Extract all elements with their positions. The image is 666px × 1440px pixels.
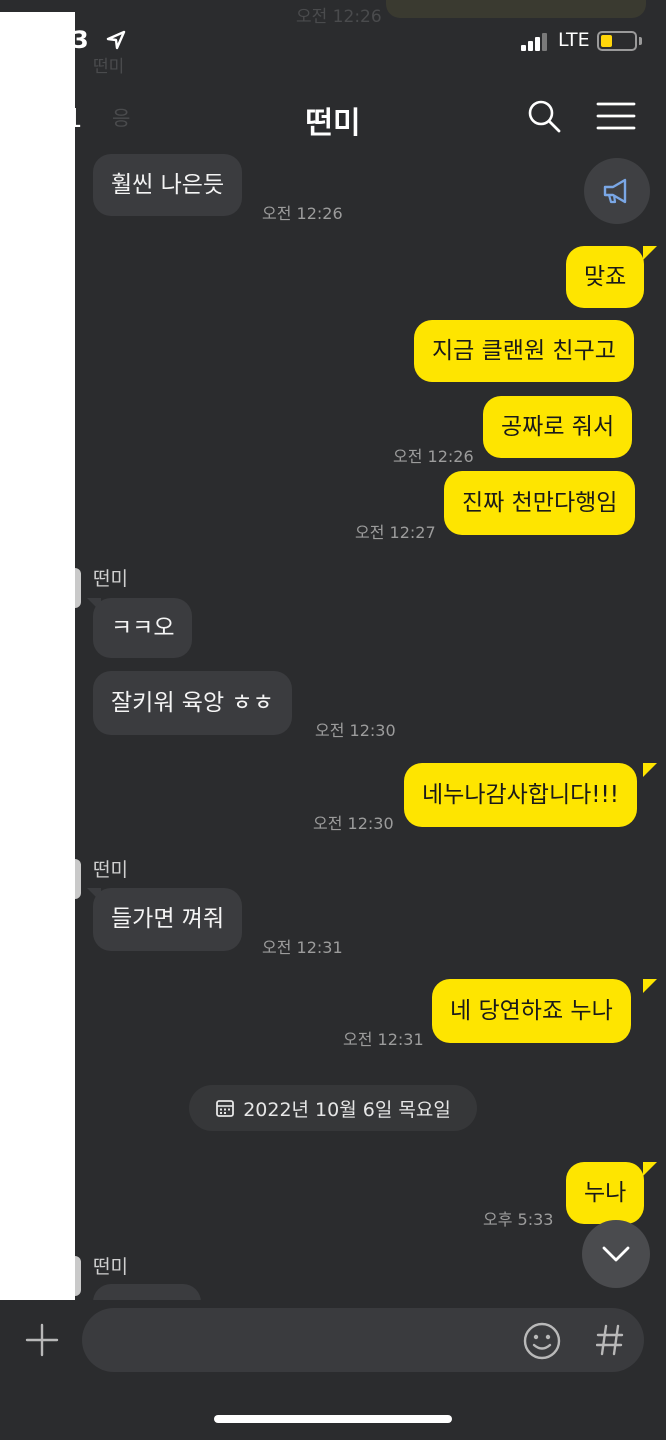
message-text: 진짜 천만다행임 [462,489,618,516]
chat-title: 떤미 [305,106,361,141]
sender-name: 떤미 [93,1256,128,1278]
message-time: 오전 12:30 [315,721,396,740]
avatar[interactable] [75,1256,81,1296]
message-bubble-outgoing[interactable]: 공짜로 줘서 [483,396,633,458]
ghost-time: 오전 12:26 [296,7,382,27]
location-arrow-icon [106,30,126,50]
message-time: 오전 12:26 [262,204,343,223]
message-text: 훨씬 나은듯 [111,171,225,198]
bubble-tail [643,763,657,777]
bubble-tail [643,979,657,993]
battery-tip [639,37,642,45]
date-text: 2022년 10월 6일 목요일 [243,1098,451,1121]
message-time: 오전 12:31 [343,1030,424,1049]
battery-icon [597,31,637,51]
message-time: 오전 12:30 [313,814,394,833]
search-icon[interactable] [526,98,562,134]
ghost-bubble [386,0,646,18]
message-bubble-incoming[interactable]: 훨씬 나은듯 [93,154,243,216]
message-bubble-incoming[interactable]: 잘키워 육앙 ㅎㅎ [93,671,292,735]
date-divider: 2022년 10월 6일 목요일 [189,1085,477,1131]
bubble-tail [643,246,657,260]
message-text: 잘키워 육앙 ㅎㅎ [111,689,274,716]
sender-name: 떤미 [93,568,128,590]
bubble-tail [643,1162,657,1176]
message-bubble-outgoing[interactable]: 누나 [566,1162,645,1224]
chevron-down-icon [602,1246,630,1262]
message-time: 오후 5:33 [483,1210,554,1229]
message-text: 지금 클랜원 친구고 [432,337,616,364]
message-bubble-outgoing[interactable]: 네누나감사합니다!!! [404,763,637,827]
hash-icon[interactable] [596,1324,624,1356]
message-time: 오전 12:27 [355,523,436,542]
menu-icon[interactable] [596,100,636,132]
message-bubble-outgoing[interactable]: 진짜 천만다행임 [444,471,636,535]
home-indicator[interactable] [214,1415,452,1423]
avatar[interactable] [75,859,81,899]
emoji-icon[interactable] [522,1321,562,1361]
sender-name: 떤미 [93,859,128,881]
message-text: 네 당연하죠 누나 [450,997,613,1024]
network-label: LTE [558,29,590,51]
message-bubble-outgoing[interactable]: 지금 클랜원 친구고 [414,320,634,382]
plus-icon[interactable] [24,1322,60,1358]
signal-icon [521,33,547,51]
message-bubble-outgoing[interactable]: 맞죠 [566,246,645,308]
notice-button[interactable] [584,158,650,224]
message-text: 누나 [584,1179,627,1206]
message-time: 오전 12:31 [262,938,343,957]
message-text: 네누나감사합니다!!! [422,781,619,808]
message-text: 맞죠 [584,263,627,290]
message-text: 들가면 껴줘 [111,906,225,932]
status-time: 3 [72,26,89,54]
side-panel [0,12,75,1322]
message-text: ㅋㅋ오 [111,614,175,641]
message-bubble-incoming[interactable]: 들가면 껴줘 [93,888,243,951]
ghost-sender: 떤미 [93,57,125,77]
megaphone-icon [603,178,627,204]
message-time: 오전 12:26 [393,447,474,466]
message-text: 공짜로 줘서 [501,413,615,440]
avatar[interactable] [75,568,81,608]
message-bubble-incoming[interactable]: ㅋㅋ오 [93,598,193,658]
message-bubble-outgoing[interactable]: 네 당연하죠 누나 [432,979,631,1043]
calendar-icon [216,1100,235,1117]
scroll-down-button[interactable] [582,1220,650,1288]
